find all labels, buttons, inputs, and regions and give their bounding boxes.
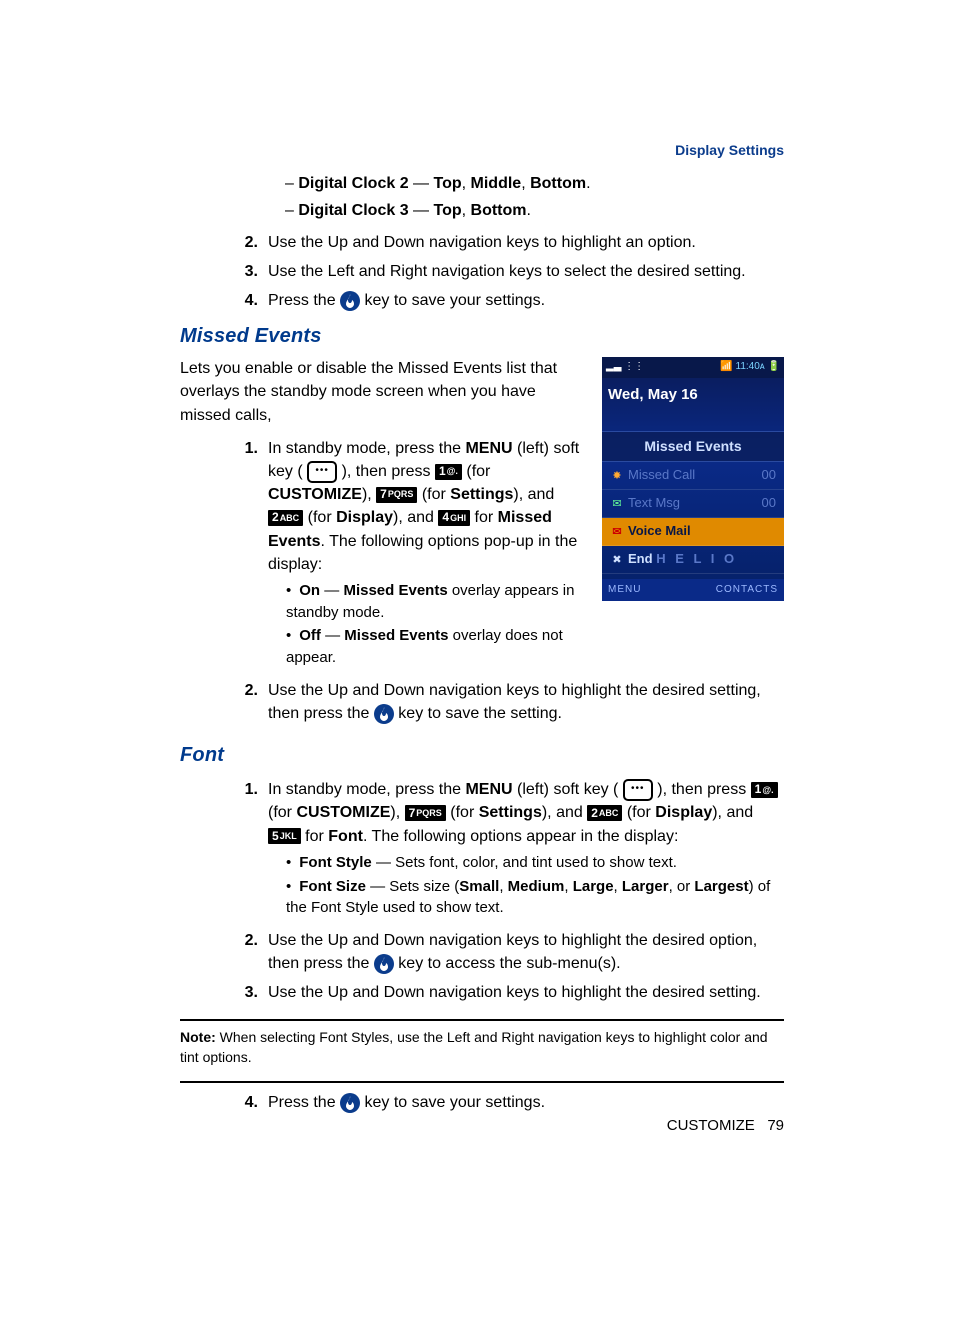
bullet-font-size: Font Size — Sets size (Small, Medium, La… <box>286 876 784 920</box>
menu-key-icon: ••• <box>623 779 653 801</box>
phone-row-voice-mail: ✉Voice Mail <box>602 518 784 546</box>
font-step-3: 3.Use the Up and Down navigation keys to… <box>222 981 784 1004</box>
key-7-icon: 7PQRS <box>376 487 417 503</box>
phone-panel-title: Missed Events <box>602 431 784 461</box>
font-step-2: 2. Use the Up and Down navigation keys t… <box>222 929 784 975</box>
clock-option-1: – Digital Clock 2 — Top, Middle, Bottom. <box>285 172 784 195</box>
phone-screenshot: ▂▃ ⋮⋮ 📶 11:40ᴀ 🔋 Wed, May 16 Missed Even… <box>602 357 784 601</box>
clock-option-2: – Digital Clock 3 — Top, Bottom. <box>285 199 784 222</box>
key-1-icon: 1@. <box>435 464 462 480</box>
key-5-icon: 5JKL <box>268 828 301 844</box>
step-2: 2.Use the Up and Down navigation keys to… <box>222 231 784 254</box>
bullet-font-style: Font Style — Sets font, color, and tint … <box>286 852 784 874</box>
separator <box>180 1019 784 1021</box>
page-footer: CUSTOMIZE 79 <box>667 1117 784 1134</box>
phone-row-text-msg: ✉Text Msg 00 <box>602 490 784 518</box>
missed-events-heading: Missed Events <box>180 322 784 351</box>
bullet-on: On — Missed Events overlay appears in st… <box>286 580 590 624</box>
phone-row-end: ✖End H E L I O <box>602 546 784 574</box>
key-2-icon: 2ABC <box>587 805 622 821</box>
missed-step-2: 2. Use the Up and Down navigation keys t… <box>222 679 784 725</box>
phone-row-missed-call: ✸Missed Call 00 <box>602 462 784 490</box>
missed-events-intro: Lets you enable or disable the Missed Ev… <box>180 357 580 427</box>
step-3: 3.Use the Left and Right navigation keys… <box>222 260 784 283</box>
menu-key-icon: ••• <box>307 461 337 483</box>
bullet-off: Off — Missed Events overlay does not app… <box>286 625 590 669</box>
flame-key-icon <box>340 291 360 311</box>
flame-key-icon <box>340 1093 360 1113</box>
note-text: Note: When selecting Font Styles, use th… <box>180 1027 784 1068</box>
font-step-1: 1. In standby mode, press the MENU (left… <box>222 778 784 923</box>
step-4: 4. Press the key to save your settings. <box>222 289 784 312</box>
status-right: 📶 11:40ᴀ 🔋 <box>720 360 780 375</box>
missed-step-1: 1. In standby mode, press the MENU (left… <box>222 437 590 673</box>
status-left: ▂▃ ⋮⋮ <box>606 360 644 375</box>
phone-date: Wed, May 16 <box>602 378 784 412</box>
softkey-left: MENU <box>608 583 641 598</box>
section-header: Display Settings <box>180 140 784 160</box>
softkey-right: CONTACTS <box>716 583 778 598</box>
key-1-icon: 1@. <box>751 782 778 798</box>
flame-key-icon <box>374 954 394 974</box>
font-step-4: 4. Press the key to save your settings. <box>222 1091 784 1114</box>
flame-key-icon <box>374 704 394 724</box>
separator <box>180 1081 784 1083</box>
key-7-icon: 7PQRS <box>405 805 446 821</box>
key-2-icon: 2ABC <box>268 510 303 526</box>
key-4-icon: 4GHI <box>438 510 470 526</box>
font-heading: Font <box>180 741 784 770</box>
